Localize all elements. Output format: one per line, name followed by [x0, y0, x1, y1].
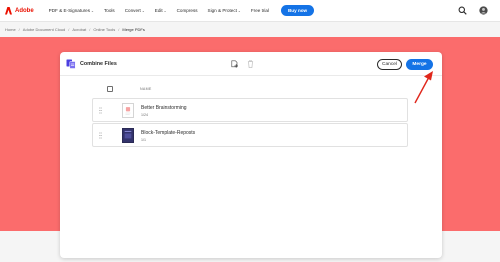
breadcrumb-document-cloud[interactable]: Adobe Document Cloud [23, 27, 65, 32]
nav-menu: PDF & E-Signatures⌄ Tools Convert⌄ Edit⌄… [49, 5, 315, 16]
file-name: Better Brainstorming [141, 105, 187, 111]
nav-item-compress[interactable]: Compress [177, 8, 198, 13]
nav-item-convert[interactable]: Convert⌄ [125, 8, 145, 13]
nav-item-label: Convert [124, 8, 141, 13]
file-page-count: 1/24 [141, 113, 148, 117]
adobe-logo[interactable]: Adobe [5, 6, 34, 15]
adobe-logo-text: Adobe [15, 7, 34, 14]
panel-header: Combine Files Cancel Merge [60, 52, 442, 76]
panel-title: Combine Files [80, 61, 117, 67]
breadcrumb-separator: / [18, 27, 20, 32]
file-thumbnail [122, 128, 134, 143]
search-icon[interactable] [458, 6, 467, 15]
breadcrumb-merge-pdfs: Merge PDFs [122, 27, 145, 32]
nav-item-edit[interactable]: Edit⌄ [155, 8, 167, 13]
chevron-down-icon: ⌄ [237, 9, 241, 13]
annotation-arrow-icon [414, 71, 433, 104]
nav-item-sign-protect[interactable]: Sign & Protect⌄ [208, 8, 241, 13]
account-icon[interactable] [479, 6, 488, 15]
breadcrumb: Home / Adobe Document Cloud / Acrobat / … [5, 27, 145, 32]
merge-button[interactable]: Merge [406, 59, 433, 70]
adobe-logo-icon [5, 6, 12, 15]
select-all-checkbox[interactable] [107, 86, 113, 92]
trash-icon[interactable] [247, 60, 254, 68]
drag-handle-icon[interactable] [99, 132, 102, 139]
combine-files-icon [66, 59, 76, 69]
chevron-down-icon: ⌄ [163, 9, 167, 13]
cancel-button[interactable]: Cancel [377, 59, 402, 70]
chevron-down-icon: ⌄ [141, 9, 145, 13]
nav-item-free-trial[interactable]: Free trial [251, 8, 269, 13]
breadcrumb-separator: / [118, 27, 120, 32]
nav-item-label: PDF & E-Signatures [48, 8, 91, 13]
column-header-name: NAME [140, 87, 152, 91]
file-list-header: NAME [92, 84, 408, 94]
file-thumbnail [122, 103, 134, 118]
breadcrumb-home[interactable]: Home [5, 27, 16, 32]
file-row[interactable]: Block-Template-Reposts 1/1 [92, 123, 408, 147]
file-name: Block-Template-Reposts [141, 130, 196, 136]
breadcrumb-separator: / [89, 27, 91, 32]
file-page-count: 1/1 [141, 138, 146, 142]
nav-item-label: Compress [176, 8, 198, 13]
breadcrumb-separator: / [68, 27, 70, 32]
document-preview-icon [125, 107, 131, 115]
top-navigation: Adobe PDF & E-Signatures⌄ Tools Convert⌄… [0, 0, 500, 22]
combine-files-panel: Combine Files Cancel Merge NAME Better B… [60, 52, 442, 258]
nav-item-label: Tools [103, 8, 115, 13]
nav-item-pdf-esignatures[interactable]: PDF & E-Signatures⌄ [49, 8, 94, 13]
breadcrumb-acrobat[interactable]: Acrobat [72, 27, 86, 32]
nav-item-label: Free trial [250, 8, 269, 13]
breadcrumb-online-tools[interactable]: Online Tools [93, 27, 115, 32]
add-files-icon[interactable] [231, 60, 239, 68]
nav-item-tools[interactable]: Tools [104, 8, 115, 13]
drag-handle-icon[interactable] [99, 107, 102, 114]
nav-item-label: Sign & Protect [207, 8, 237, 13]
nav-item-label: Edit [154, 8, 163, 13]
file-row[interactable]: Better Brainstorming 1/24 [92, 98, 408, 122]
chevron-down-icon: ⌄ [91, 9, 94, 13]
document-preview-icon [124, 130, 132, 139]
buy-now-button[interactable]: Buy now [280, 5, 315, 16]
